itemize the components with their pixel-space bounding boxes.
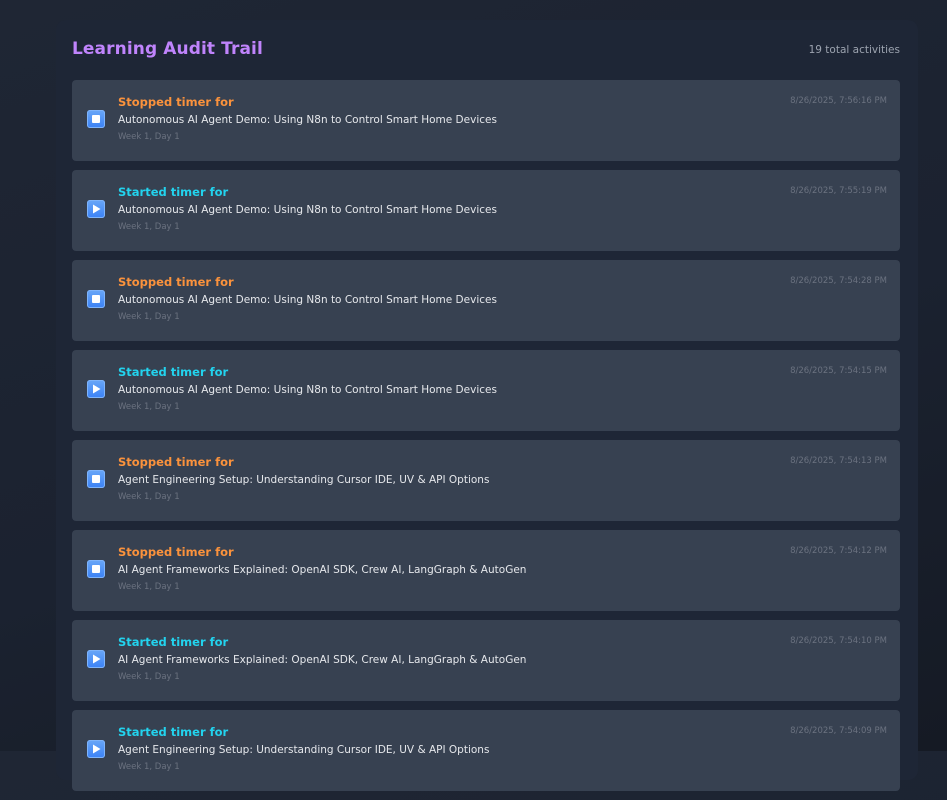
activity-action: Stopped timer for bbox=[118, 95, 234, 109]
activity-action: Stopped timer for bbox=[118, 545, 234, 559]
activity-action: Stopped timer for bbox=[118, 455, 234, 469]
stop-icon bbox=[87, 110, 105, 128]
activity-course-title: Autonomous AI Agent Demo: Using N8n to C… bbox=[118, 114, 497, 126]
activity-course-title: Autonomous AI Agent Demo: Using N8n to C… bbox=[118, 384, 497, 396]
list-item: Started timer for Autonomous AI Agent Dem… bbox=[72, 350, 900, 431]
activity-week-day: Week 1, Day 1 bbox=[118, 762, 180, 772]
list-item: Stopped timer for AI Agent Frameworks Exp… bbox=[72, 530, 900, 611]
activity-course-title: AI Agent Frameworks Explained: OpenAI SD… bbox=[118, 564, 527, 576]
activity-timestamp: 8/26/2025, 7:54:10 PM bbox=[790, 636, 887, 646]
activity-timestamp: 8/26/2025, 7:54:28 PM bbox=[790, 276, 887, 286]
activity-week-day: Week 1, Day 1 bbox=[118, 312, 180, 322]
activity-timestamp: 8/26/2025, 7:54:12 PM bbox=[790, 546, 887, 556]
activity-list: Stopped timer for Autonomous AI Agent Dem… bbox=[72, 80, 900, 800]
activity-timestamp: 8/26/2025, 7:54:09 PM bbox=[790, 726, 887, 736]
activity-week-day: Week 1, Day 1 bbox=[118, 582, 180, 592]
activity-course-title: Autonomous AI Agent Demo: Using N8n to C… bbox=[118, 294, 497, 306]
activity-week-day: Week 1, Day 1 bbox=[118, 222, 180, 232]
page-title: Learning Audit Trail bbox=[72, 39, 263, 59]
play-icon bbox=[87, 380, 105, 398]
activity-timestamp: 8/26/2025, 7:54:13 PM bbox=[790, 456, 887, 466]
activity-action: Started timer for bbox=[118, 185, 229, 199]
activity-action: Started timer for bbox=[118, 725, 229, 739]
list-item: Stopped timer for Autonomous AI Agent Dem… bbox=[72, 80, 900, 161]
activity-timestamp: 8/26/2025, 7:56:16 PM bbox=[790, 96, 887, 106]
activity-course-title: Autonomous AI Agent Demo: Using N8n to C… bbox=[118, 204, 497, 216]
activity-action: Started timer for bbox=[118, 365, 229, 379]
stop-icon bbox=[87, 290, 105, 308]
list-item: Started timer for AI Agent Frameworks Exp… bbox=[72, 620, 900, 701]
list-item: Started timer for Autonomous AI Agent Dem… bbox=[72, 170, 900, 251]
activity-week-day: Week 1, Day 1 bbox=[118, 132, 180, 142]
activity-timestamp: 8/26/2025, 7:54:15 PM bbox=[790, 366, 887, 376]
stop-icon bbox=[87, 470, 105, 488]
activity-timestamp: 8/26/2025, 7:55:19 PM bbox=[790, 186, 887, 196]
play-icon bbox=[87, 650, 105, 668]
list-item: Stopped timer for Agent Engineering Setup… bbox=[72, 440, 900, 521]
play-icon bbox=[87, 740, 105, 758]
activity-course-title: Agent Engineering Setup: Understanding C… bbox=[118, 744, 490, 756]
activity-action: Stopped timer for bbox=[118, 275, 234, 289]
play-icon bbox=[87, 200, 105, 218]
panel-header: Learning Audit Trail 19 total activities bbox=[72, 38, 900, 64]
activity-week-day: Week 1, Day 1 bbox=[118, 672, 180, 682]
activity-course-title: Agent Engineering Setup: Understanding C… bbox=[118, 474, 490, 486]
stop-icon bbox=[87, 560, 105, 578]
total-activities-count: 19 total activities bbox=[808, 44, 900, 56]
list-item: Stopped timer for Autonomous AI Agent Dem… bbox=[72, 260, 900, 341]
activity-week-day: Week 1, Day 1 bbox=[118, 492, 180, 502]
activity-course-title: AI Agent Frameworks Explained: OpenAI SD… bbox=[118, 654, 527, 666]
audit-trail-panel: Learning Audit Trail 19 total activities… bbox=[56, 20, 918, 791]
activity-week-day: Week 1, Day 1 bbox=[118, 402, 180, 412]
activity-action: Started timer for bbox=[118, 635, 229, 649]
